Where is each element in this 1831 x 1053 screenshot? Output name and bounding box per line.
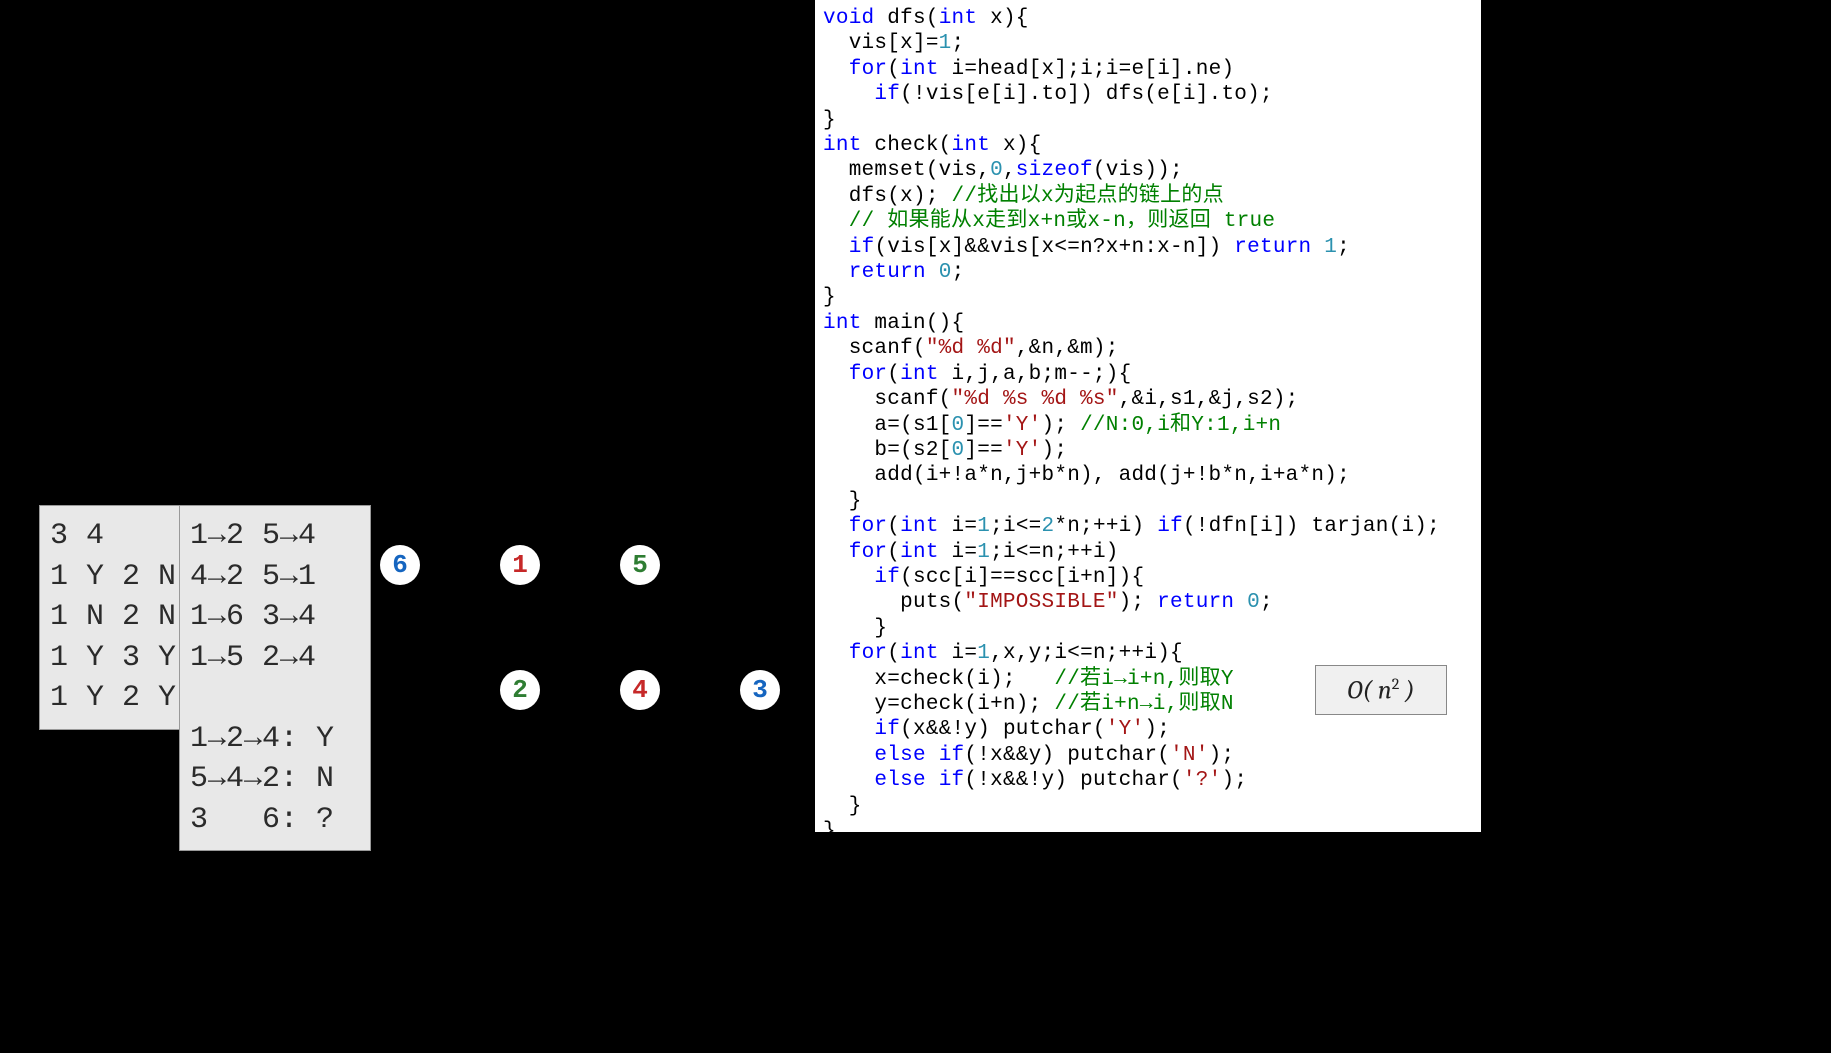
graph-node-2: 2 (500, 670, 540, 710)
time-complexity-box: O( n2 ) (1315, 665, 1447, 715)
graph-node-3: 3 (740, 670, 780, 710)
graph-node-1: 1 (500, 545, 540, 585)
graph-node-6: 6 (380, 545, 420, 585)
graph-node-4: 4 (620, 670, 660, 710)
graph-node-5: 5 (620, 545, 660, 585)
input-sample-panel: 3 4 1 Y 2 N 1 N 2 N 1 Y 3 Y 1 Y 2 Y (39, 505, 186, 730)
derivation-panel: 1→2 5→4 4→2 5→1 1→6 3→4 1→5 2→4 1→2→4: Y… (179, 505, 371, 851)
time-complexity-text: O( n2 ) (1347, 675, 1414, 706)
